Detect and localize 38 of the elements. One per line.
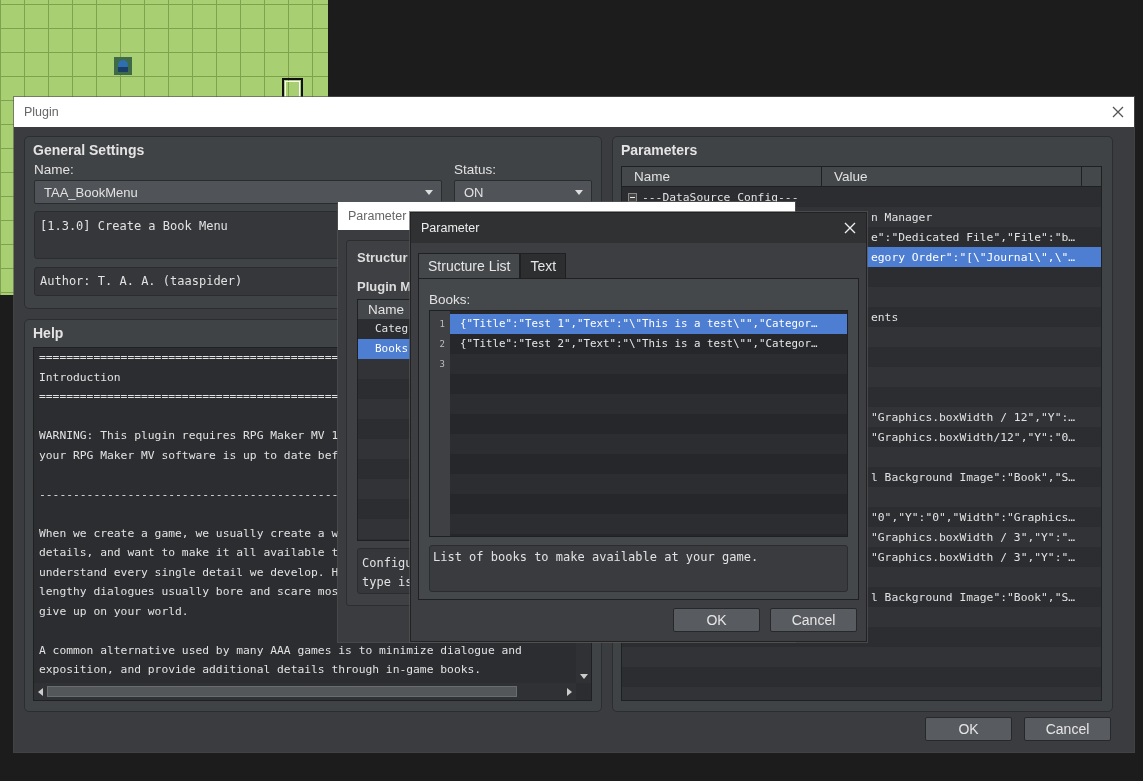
parameter-value: "Graphics.boxWidth / 3","Y":"… [870, 550, 1076, 564]
name-label: Name: [34, 162, 74, 178]
help-text-line: ============================================ [39, 350, 339, 366]
panel-title: General Settings [33, 141, 145, 160]
parameter-value: "Graphics.boxWidth / 12","Y":… [870, 410, 1076, 424]
parameter-value: "Graphics.boxWidth / 3","Y":"… [870, 530, 1076, 544]
parameter-value: "0","Y":"0","Width":"Graphics… [870, 510, 1076, 524]
parameter-value: "Graphics.boxWidth/12","Y":"0… [870, 430, 1076, 444]
line-number: 2 [438, 338, 446, 351]
status-label: Status: [454, 162, 497, 178]
parameter-value: ents [870, 310, 899, 324]
help-text-line: WARNING: This plugin requires RPG Maker MV 1 [39, 428, 339, 444]
parameter-value: egory Order":"[\"Journal\",\"… [870, 250, 1076, 264]
help-text-line: give up on your world. [39, 603, 189, 620]
help-text-line: -------------------------------------------- [39, 486, 339, 503]
help-text-line: Introduction [39, 369, 121, 386]
panel-title: Help [33, 324, 64, 343]
line-number: 1 [438, 318, 446, 331]
help-text-line: A common alternative used by many AAA games is to minimize dialogue and [39, 642, 522, 659]
window-title: Parameter [421, 221, 480, 235]
line-number: 3 [438, 358, 446, 371]
help-text-line: lengthy dialogues usually bore and scare mos [39, 584, 339, 600]
parameter-value: e":"Dedicated File","File":"b… [870, 230, 1076, 244]
parameter-value: l Background Image":"Book","S… [870, 470, 1076, 484]
parameter-value: l Background Image":"Book","S… [870, 590, 1076, 604]
help-text-line: details, and want to make it all available t [39, 545, 339, 561]
group-name: ---DataSource Config--- [642, 190, 799, 204]
panel-title: Parameters [621, 141, 698, 160]
help-text-line: understand every single detail we develop. H [39, 564, 339, 581]
help-text-line: your RPG Maker MV software is up to date bef [39, 447, 339, 464]
window-title: Plugin [24, 105, 59, 119]
window-title: Parameter [348, 209, 407, 223]
help-text-line: ============================================ [39, 389, 339, 405]
help-text-line: exposition, and provide additional details through in-game books. [39, 662, 482, 678]
description-field: List of books to make available at your game. [429, 545, 848, 592]
help-text-line: When we create a game, we usually create a w [39, 525, 339, 542]
list-label: Plugin M [357, 279, 412, 295]
parameter-value: n Manager [870, 210, 933, 224]
